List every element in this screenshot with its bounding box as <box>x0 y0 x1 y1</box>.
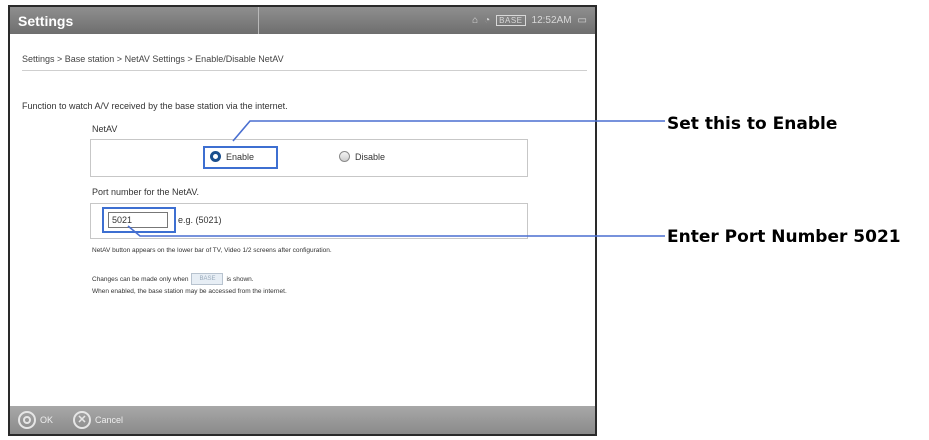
callout-port: Enter Port Number 5021 <box>667 227 901 247</box>
ok-button[interactable]: OK <box>18 411 53 429</box>
home-icon: ⌂ <box>472 15 479 26</box>
cancel-icon: ✕ <box>73 411 92 429</box>
note-internet-access: When enabled, the base station may be ac… <box>92 288 287 295</box>
base-indicator: BASE <box>191 273 224 285</box>
breadcrumb: Settings > Base station > NetAV Settings… <box>22 54 284 64</box>
note-netav-button: NetAV button appears on the lower bar of… <box>92 247 332 254</box>
port-example: e.g. (5021) <box>178 215 222 225</box>
netav-label: NetAV <box>92 124 118 134</box>
intro-text: Function to watch A/V received by the ba… <box>22 101 288 111</box>
port-label: Port number for the NetAV. <box>92 187 200 197</box>
bottom-bar: OK ✕ Cancel <box>10 406 595 434</box>
clock: 12:52AM <box>531 15 572 26</box>
ok-label: OK <box>40 415 54 425</box>
base-badge: BASE <box>496 15 526 26</box>
netav-options-box <box>90 139 528 177</box>
cancel-button[interactable]: ✕ Cancel <box>73 411 123 429</box>
radio-disable[interactable]: Disable <box>339 151 385 162</box>
radio-unselected-icon <box>339 151 350 162</box>
battery-icon: ▭ <box>577 15 587 26</box>
radio-disable-label: Disable <box>355 151 386 162</box>
device-screen: Settings ⌂ ◔ BASE 12:52AM ▭ Settings > B… <box>8 5 597 436</box>
note-changes: Changes can be made only when BASE is sh… <box>92 273 254 285</box>
status-area: ⌂ ◔ BASE 12:52AM ▭ <box>259 15 595 26</box>
cancel-label: Cancel <box>95 415 124 425</box>
divider <box>22 70 587 71</box>
window-title: Settings <box>18 12 74 29</box>
ok-icon <box>18 411 36 429</box>
enable-highlight-box <box>203 146 278 169</box>
note-changes-prefix: Changes can be made only when <box>92 275 189 283</box>
port-highlight-box <box>102 207 176 233</box>
title-bar: Settings ⌂ ◔ BASE 12:52AM ▭ <box>10 7 595 34</box>
callout-enable: Set this to Enable <box>667 114 838 134</box>
signal-icon: ◔ <box>484 15 491 26</box>
note-changes-suffix: is shown. <box>226 275 254 283</box>
